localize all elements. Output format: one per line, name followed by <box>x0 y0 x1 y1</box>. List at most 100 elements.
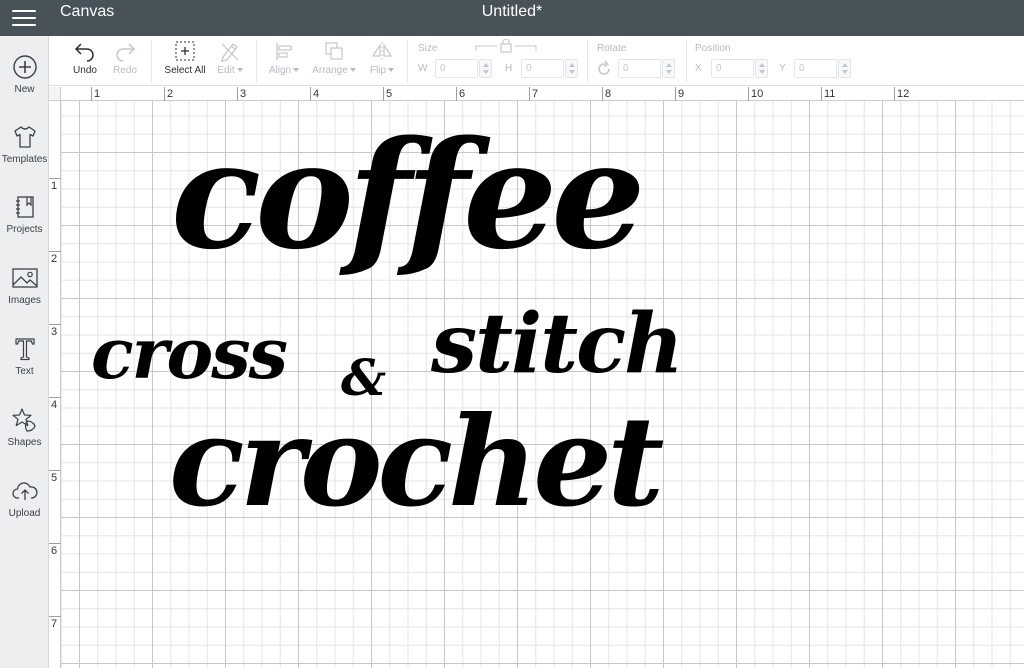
ruler-label: 4 <box>313 88 320 100</box>
ruler-label: 9 <box>678 88 685 100</box>
select-all-icon <box>175 41 195 61</box>
y-position-input[interactable] <box>794 59 837 78</box>
redo-icon <box>116 43 136 62</box>
rotate-input[interactable] <box>618 59 661 78</box>
ruler-corner <box>49 87 61 101</box>
ruler-label: 2 <box>167 88 174 100</box>
artwork-text-cross[interactable]: cross <box>91 319 288 389</box>
ruler-tick <box>894 87 895 101</box>
edit-label: Edit <box>217 65 235 76</box>
arrange-button[interactable]: Arrange <box>309 40 359 82</box>
left-sidebar: New Templates Projects Images Text Shape… <box>0 36 49 668</box>
design-canvas[interactable]: coffee cross & stitch crochet <box>61 101 1024 668</box>
artwork-text-coffee[interactable]: coffee <box>171 121 645 269</box>
ruler-tick <box>91 87 92 101</box>
artwork-text-stitch[interactable]: stitch <box>431 303 684 385</box>
ruler-label: 5 <box>51 472 58 484</box>
x-position-input[interactable] <box>711 59 754 78</box>
ruler-label: 12 <box>897 88 910 100</box>
ruler-tick <box>383 87 384 101</box>
y-label: Y <box>779 63 786 74</box>
redo-button[interactable]: Redo <box>107 40 143 82</box>
chevron-down-icon <box>236 68 243 73</box>
ruler-tick <box>164 87 165 101</box>
sidebar-item-label: New <box>14 84 35 95</box>
ruler-label: 3 <box>51 326 58 338</box>
sidebar-item-label: Images <box>8 295 41 306</box>
sidebar-item-label: Upload <box>8 508 41 519</box>
select-all-button[interactable]: Select All <box>159 40 211 82</box>
ruler-tick <box>821 87 822 101</box>
top-bar: Canvas Untitled* <box>0 0 1024 36</box>
ruler-tick <box>49 397 61 398</box>
sidebar-item-images[interactable]: Images <box>0 265 49 327</box>
y-position-stepper[interactable] <box>838 59 851 78</box>
rotate-label: Rotate <box>597 43 627 54</box>
width-input[interactable] <box>435 59 478 78</box>
artwork-text-crochet[interactable]: crochet <box>169 401 664 525</box>
ruler-tick <box>49 251 61 252</box>
x-position-stepper[interactable] <box>755 59 768 78</box>
sidebar-item-new[interactable]: New <box>0 54 49 116</box>
ruler-label: 7 <box>532 88 539 100</box>
ruler-label: 1 <box>94 88 101 100</box>
height-input[interactable] <box>521 59 564 78</box>
ruler-label: 8 <box>605 88 612 100</box>
x-label: X <box>695 63 702 74</box>
toolbar-divider <box>151 40 152 82</box>
cloud-upload-icon <box>11 482 38 500</box>
width-label: W <box>418 63 428 74</box>
undo-icon <box>74 43 94 62</box>
ruler-label: 6 <box>51 545 58 557</box>
rotate-stepper[interactable] <box>662 59 675 78</box>
undo-label: Undo <box>73 65 97 76</box>
ruler-tick <box>748 87 749 101</box>
flip-label: Flip <box>369 65 387 76</box>
ruler-tick <box>49 178 61 179</box>
edit-toolbar: Undo Redo Select All Edit Align Arrange … <box>49 36 1024 86</box>
ruler-label: 3 <box>240 88 247 100</box>
ruler-label: 1 <box>51 180 58 192</box>
flip-button[interactable]: Flip <box>365 40 399 82</box>
ruler-tick <box>529 87 530 101</box>
ruler-tick <box>602 87 603 101</box>
sidebar-item-upload[interactable]: Upload <box>0 478 49 540</box>
projects-icon <box>15 196 34 218</box>
align-button[interactable]: Align <box>263 40 305 82</box>
undo-button[interactable]: Undo <box>67 40 103 82</box>
ruler-label: 7 <box>51 618 58 630</box>
ruler-label: 11 <box>824 88 836 100</box>
lock-icon[interactable] <box>475 39 537 53</box>
align-icon <box>276 43 292 60</box>
sidebar-item-label: Shapes <box>7 437 42 448</box>
toolbar-divider <box>587 40 588 82</box>
sidebar-item-shapes[interactable]: Shapes <box>0 407 49 469</box>
shapes-icon <box>11 408 36 432</box>
size-label: Size <box>418 43 438 54</box>
sidebar-item-projects[interactable]: Projects <box>0 194 49 256</box>
sidebar-item-text[interactable]: Text <box>0 336 49 398</box>
width-stepper[interactable] <box>479 59 492 78</box>
height-stepper[interactable] <box>565 59 578 78</box>
chevron-down-icon <box>349 68 356 73</box>
sidebar-item-templates[interactable]: Templates <box>0 124 49 186</box>
chevron-down-icon <box>388 68 395 73</box>
arrange-label: Arrange <box>312 65 348 76</box>
position-label: Position <box>695 43 731 54</box>
sidebar-item-label: Templates <box>1 154 48 165</box>
redo-label: Redo <box>113 65 137 76</box>
toolbar-divider <box>256 40 257 82</box>
toolbar-divider <box>686 40 687 82</box>
chevron-down-icon <box>293 68 300 73</box>
ruler-label: 10 <box>751 88 764 100</box>
ruler-tick <box>49 616 61 617</box>
ruler-tick <box>49 324 61 325</box>
ruler-tick <box>237 87 238 101</box>
text-icon <box>14 338 35 361</box>
toolbar-divider <box>407 40 408 82</box>
ruler-label: 6 <box>459 88 466 100</box>
rotate-icon <box>598 60 610 75</box>
edit-button[interactable]: Edit <box>213 40 247 82</box>
sidebar-item-label: Text <box>15 366 34 377</box>
document-title[interactable]: Untitled* <box>0 3 1024 21</box>
